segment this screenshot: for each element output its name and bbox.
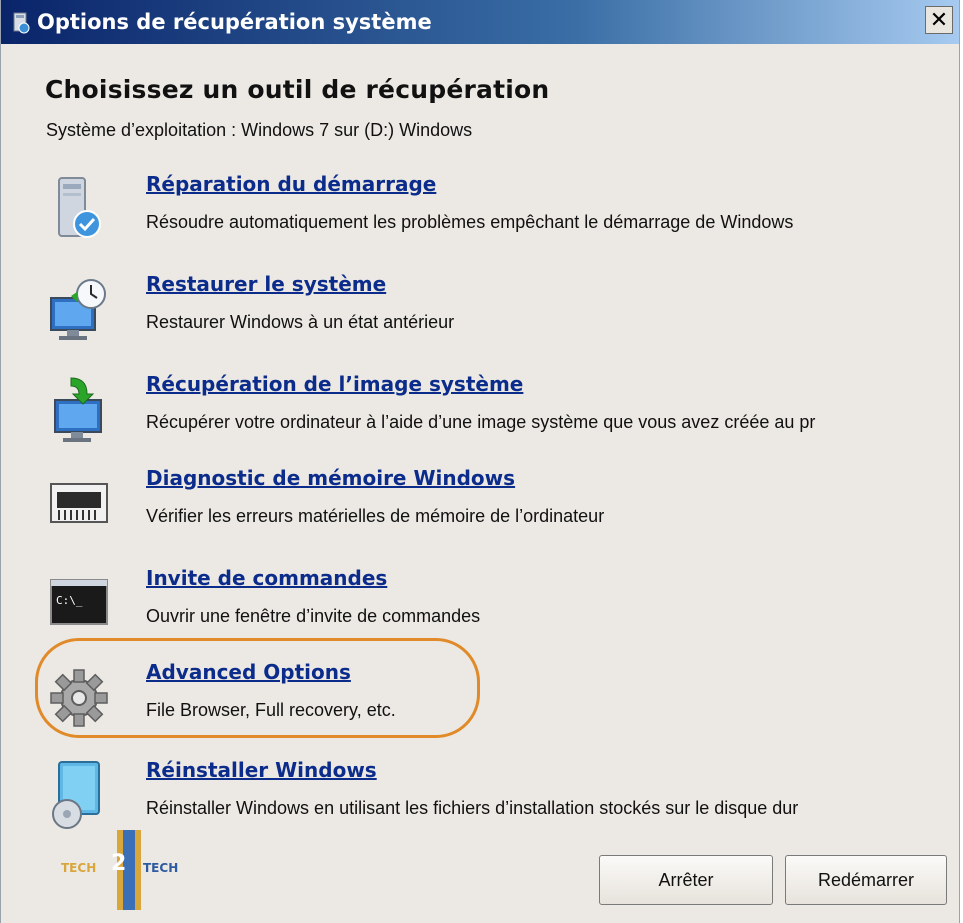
- logo-left-text: TECH: [61, 861, 96, 875]
- command-prompt-link[interactable]: Invite de commandes: [146, 566, 387, 590]
- restart-button[interactable]: Redémarrer: [785, 855, 947, 905]
- reinstall-windows-link[interactable]: Réinstaller Windows: [146, 758, 377, 782]
- logo-right-text: TECH: [143, 861, 178, 875]
- page-title: Choisissez un outil de récupération: [45, 75, 550, 104]
- startup-repair-icon: [58, 177, 101, 238]
- close-icon: ✕: [929, 7, 949, 33]
- advanced-options-link[interactable]: Advanced Options: [146, 660, 351, 684]
- tool-memory-diagnostic: Diagnostic de mémoire Windows Vérifier l…: [41, 466, 956, 556]
- tech2tech-logo: 2 TECH TECH: [61, 830, 201, 910]
- logo-center-text: 2: [111, 851, 126, 876]
- window-title: Options de récupération système: [37, 10, 432, 34]
- reinstall-windows-description: Réinstaller Windows en utilisant les fic…: [146, 798, 799, 818]
- operating-system-info: Système d’exploitation : Windows 7 sur (…: [46, 120, 473, 140]
- system-image-recovery-description: Récupérer votre ordinateur à l’aide d’un…: [146, 412, 816, 432]
- close-button[interactable]: ✕: [925, 6, 953, 34]
- svg-text:C:\_: C:\_: [56, 594, 83, 607]
- recovery-app-icon: [13, 12, 30, 34]
- system-restore-icon: [50, 279, 106, 340]
- tool-system-restore: Restaurer le système Restaurer Windows à…: [41, 272, 956, 362]
- system-image-icon: [54, 377, 102, 442]
- memory-diagnostic-link[interactable]: Diagnostic de mémoire Windows: [146, 466, 515, 490]
- tool-startup-repair: Réparation du démarrage Résoudre automat…: [41, 172, 956, 262]
- shutdown-button[interactable]: Arrêter: [599, 855, 773, 905]
- system-image-recovery-link[interactable]: Récupération de l’image système: [146, 372, 523, 396]
- memory-chip-icon: [50, 483, 108, 523]
- advanced-options-description: File Browser, Full recovery, etc.: [146, 700, 396, 720]
- logo-graphic: 2 TECH TECH: [61, 830, 178, 910]
- memory-diagnostic-description: Vérifier les erreurs matérielles de mémo…: [146, 506, 605, 526]
- command-prompt-icon: C:\_: [50, 579, 108, 625]
- recovery-options-window: Options de récupération système ✕ Choisi…: [0, 0, 960, 923]
- title-bar: Options de récupération système ✕: [1, 0, 959, 44]
- reinstall-windows-icon: [52, 761, 100, 829]
- command-prompt-description: Ouvrir une fenêtre d’invite de commandes: [146, 606, 481, 626]
- tool-system-image-recovery: Récupération de l’image système Récupére…: [41, 372, 956, 462]
- system-restore-link[interactable]: Restaurer le système: [146, 272, 386, 296]
- gear-icon: [50, 669, 108, 727]
- system-restore-description: Restaurer Windows à un état antérieur: [146, 312, 455, 332]
- startup-repair-link[interactable]: Réparation du démarrage: [146, 172, 436, 196]
- startup-repair-description: Résoudre automatiquement les problèmes e…: [146, 212, 794, 232]
- tool-advanced-options: Advanced Options File Browser, Full reco…: [41, 660, 956, 750]
